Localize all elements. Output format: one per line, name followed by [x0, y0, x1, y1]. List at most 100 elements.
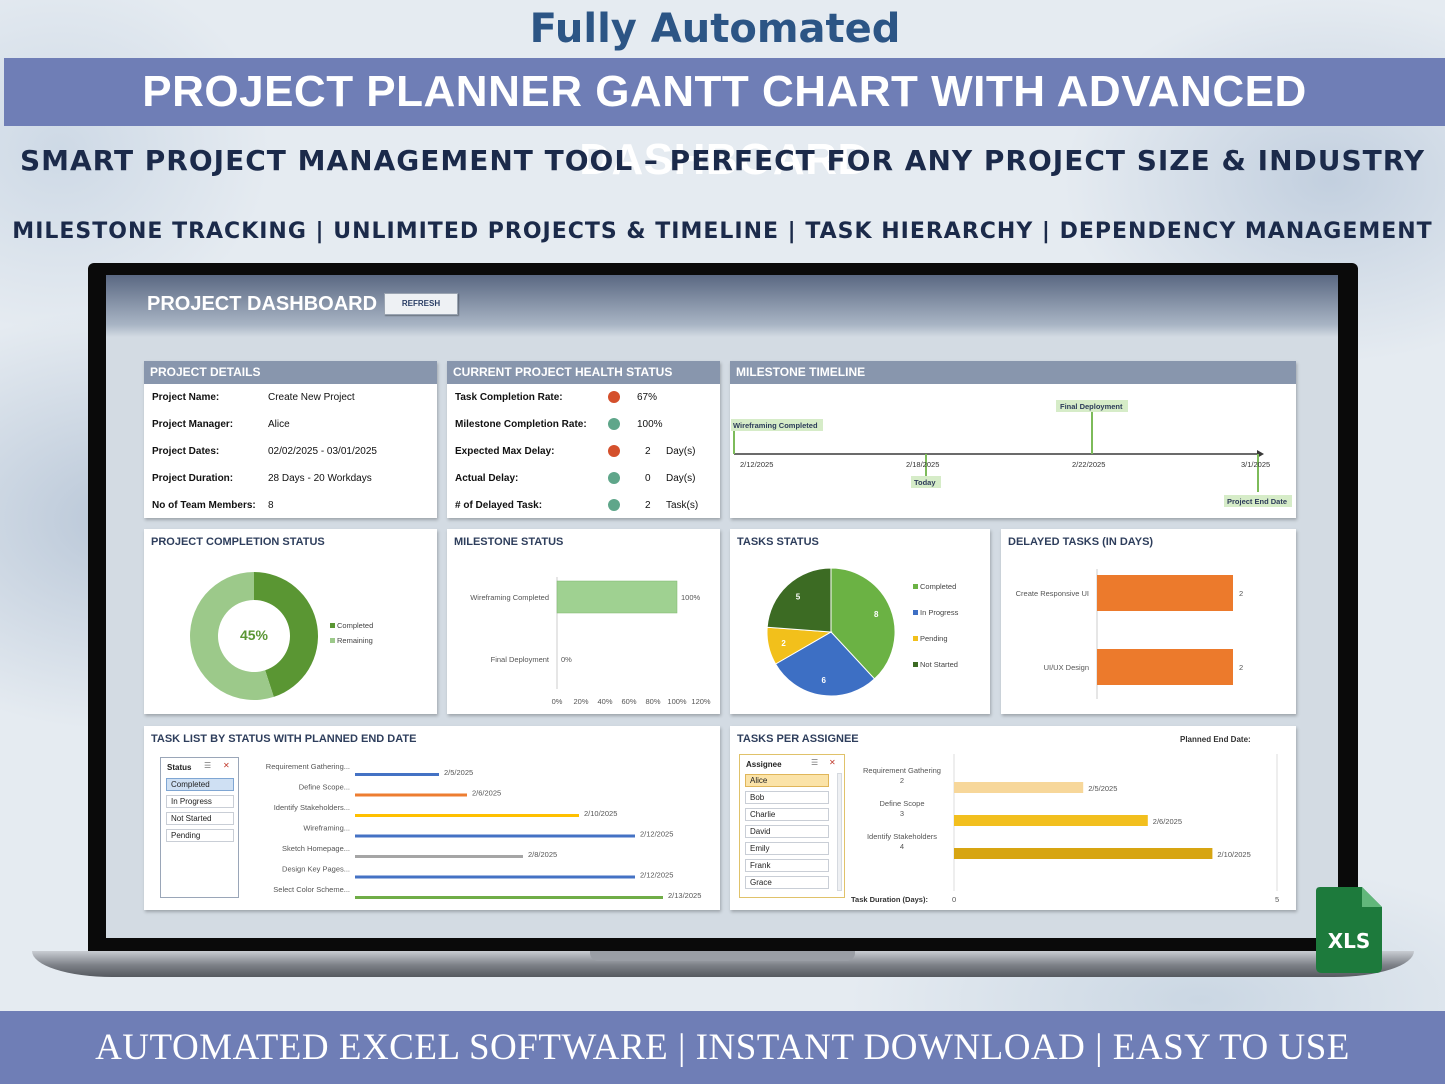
milestone-status-chart: Wireframing Completed 100% Final Deploymen… [470, 577, 711, 706]
health-label: Expected Max Delay: [455, 446, 555, 457]
task-label: Requirement Gathering [863, 766, 941, 775]
tick-label: 60% [621, 697, 636, 706]
end-date-label: 2/5/2025 [1088, 784, 1117, 793]
tick-label: 3/1/2025 [1241, 460, 1270, 469]
milestone-timeline-chart: Wireframing Completed Final Deployment T… [731, 400, 1292, 507]
xls-label: XLS [1328, 929, 1371, 953]
status-indicator-icon [608, 391, 620, 403]
end-date-label: 2/5/2025 [444, 768, 473, 777]
end-date-label: 2/12/2025 [640, 830, 673, 839]
legend-label: In Progress [920, 608, 959, 617]
slice-value-label: 8 [874, 610, 879, 619]
assignee-bar [954, 848, 1213, 859]
detail-label: Project Name: [152, 392, 220, 403]
task-label: Select Color Scheme... [273, 885, 350, 894]
milestone-timeline-panel: MILESTONE TIMELINE Wireframing Completed… [730, 361, 1296, 518]
feature-list: MILESTONE TRACKING | UNLIMITED PROJECTS … [12, 219, 1433, 244]
health-status-panel: CURRENT PROJECT HEALTH STATUS Task Compl… [447, 361, 720, 518]
tick-label: 20% [573, 697, 588, 706]
tick-label: 2/18/2025 [906, 460, 939, 469]
legend-label: Pending [920, 634, 948, 643]
health-label: # of Delayed Task: [455, 500, 543, 511]
assignee-gantt-chart: Requirement Gathering2 2/5/2025 Define Sco… [851, 754, 1279, 904]
health-label: Task Completion Rate: [455, 392, 563, 403]
milestone-timeline-heading: MILESTONE TIMELINE [730, 361, 1296, 384]
gantt-bar [355, 814, 579, 817]
tick-label: 2/12/2025 [740, 460, 773, 469]
end-date-label: 2/10/2025 [1217, 850, 1250, 859]
task-label: Wireframing... [303, 824, 350, 833]
dashboard-screen: PROJECT DASHBOARD REFRESH PROJECT DETAIL… [106, 275, 1338, 938]
end-date-label: 2/6/2025 [1153, 817, 1182, 826]
value-label: 2 [1239, 589, 1243, 598]
health-unit: Task(s) [666, 500, 699, 511]
duration-axis-title: Task Duration (Days): [851, 895, 928, 904]
duration-label: 2 [900, 776, 904, 785]
detail-value: Create New Project [268, 392, 355, 403]
task-label: Define Scope... [299, 783, 350, 792]
health-value: 67% [637, 392, 658, 403]
tasks-status-pie-chart: 8 6 2 5 Completed In Progress Pending Not Start… [766, 567, 959, 697]
tick-label: 120% [691, 697, 711, 706]
category-label: Final Deployment [491, 655, 550, 664]
value-label: 2 [1239, 663, 1243, 672]
end-date-label: 2/12/2025 [640, 871, 673, 880]
legend-remaining: Remaining [337, 636, 373, 645]
status-indicator-icon [608, 472, 620, 484]
bar [1097, 575, 1233, 611]
milestone-status-panel: MILESTONE STATUS Wireframing Completed 10… [447, 529, 720, 714]
legend-swatch [330, 623, 335, 628]
dashboard-header: PROJECT DASHBOARD REFRESH [106, 275, 1338, 337]
assignee-panel: TASKS PER ASSIGNEE Planned End Date: Ass… [730, 726, 1296, 910]
legend-swatch [913, 662, 918, 667]
category-label: UI/UX Design [1044, 663, 1089, 672]
task-label: Identify Stakeholders [867, 832, 937, 841]
final-label: Final Deployment [1060, 402, 1123, 411]
end-date-label: 2/6/2025 [472, 789, 501, 798]
task-list-panel: TASK LIST BY STATUS WITH PLANNED END DAT… [144, 726, 720, 910]
task-label: Sketch Homepage... [282, 844, 350, 853]
health-unit: Day(s) [666, 473, 696, 484]
delayed-tasks-panel: DELAYED TASKS (IN DAYS) Create Responsiv… [1001, 529, 1296, 714]
end-date-label: 2/8/2025 [528, 850, 557, 859]
tick-label: 100% [667, 697, 687, 706]
refresh-button[interactable]: REFRESH [384, 293, 458, 315]
status-indicator-icon [608, 499, 620, 511]
completion-donut-chart: 45% Completed Remaining [189, 572, 373, 700]
duration-label: 4 [900, 842, 904, 851]
subtitle: SMART PROJECT MANAGEMENT TOOL – PERFECT … [19, 144, 1426, 177]
task-list-gantt-chart: Requirement Gathering... 2/5/2025 Define S… [266, 762, 702, 900]
detail-label: Project Manager: [152, 419, 234, 430]
legend-completed: Completed [337, 621, 373, 630]
top-title: Fully Automated [529, 6, 901, 52]
xls-file-icon: XLS [1316, 887, 1382, 973]
end-date-label: 2/13/2025 [668, 891, 701, 900]
gantt-bar [355, 896, 663, 899]
tick-label: 2/22/2025 [1072, 460, 1105, 469]
project-details-panel: PROJECT DETAILS Project Name: Create New … [144, 361, 437, 518]
gantt-bar [355, 773, 439, 776]
tick-label: 0 [952, 895, 956, 904]
assignee-bar [954, 815, 1148, 826]
category-label: Create Responsive UI [1016, 589, 1089, 598]
health-value: 2 [645, 446, 651, 457]
slice-value-label: 5 [796, 592, 801, 601]
legend-label: Completed [920, 582, 956, 591]
detail-value: 02/02/2025 - 03/01/2025 [268, 446, 377, 457]
value-label: 0% [561, 655, 572, 664]
legend-swatch [913, 584, 918, 589]
bar [556, 580, 678, 614]
value-label: 100% [681, 593, 701, 602]
tick-label: 0% [552, 697, 563, 706]
slice-value-label: 6 [822, 676, 827, 685]
health-label: Actual Delay: [455, 473, 519, 484]
gantt-bar [355, 793, 467, 797]
detail-value: 28 Days - 20 Workdays [268, 473, 372, 484]
end-date-label: 2/10/2025 [584, 809, 617, 818]
detail-value: Alice [268, 419, 290, 430]
status-indicator-icon [608, 418, 620, 430]
health-status-heading: CURRENT PROJECT HEALTH STATUS [447, 361, 720, 384]
gantt-bar [355, 834, 635, 838]
gantt-bar [355, 855, 523, 858]
category-label: Wireframing Completed [470, 593, 549, 602]
